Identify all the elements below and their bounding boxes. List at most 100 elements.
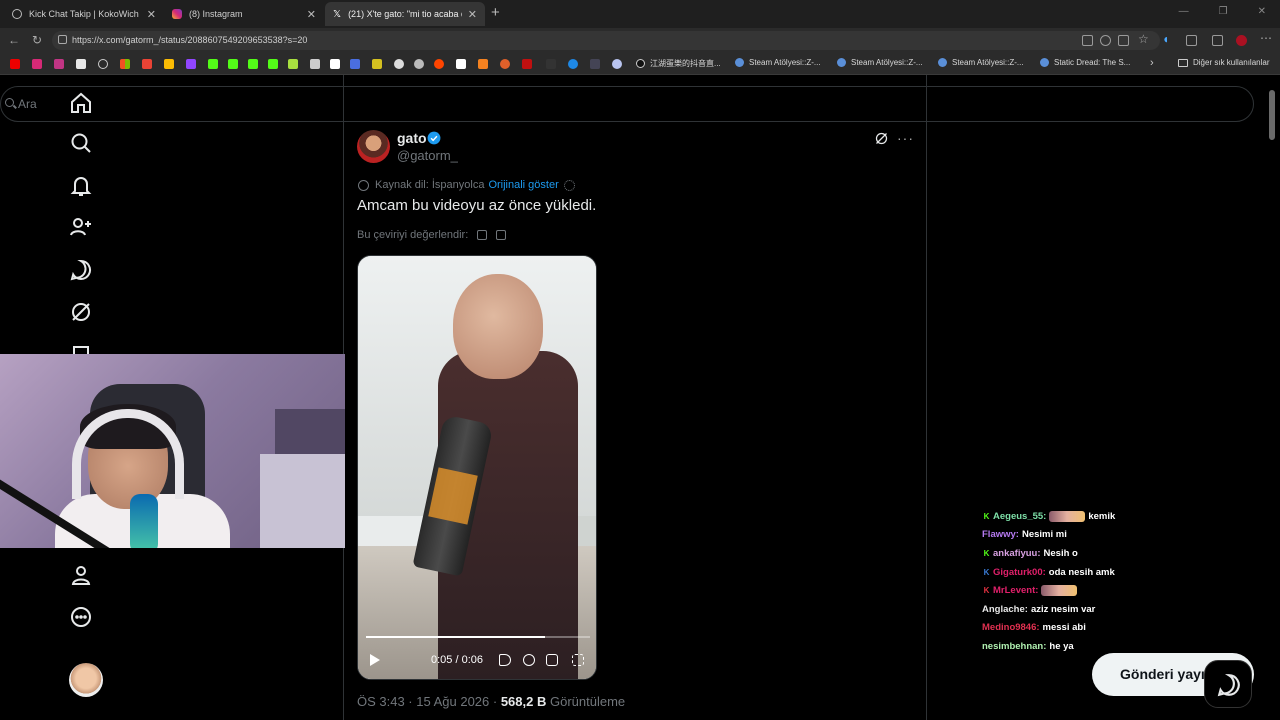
reload-icon[interactable]: ↻ — [32, 33, 42, 47]
kick-icon[interactable] — [248, 59, 258, 69]
bookmark-tiktok[interactable]: 江湖蛋樂的抖音直... — [636, 58, 721, 69]
read-aloud-icon[interactable]: ◖ — [1162, 32, 1169, 46]
reddit-icon[interactable] — [434, 59, 444, 69]
more-circle-icon[interactable] — [69, 605, 93, 629]
globe-icon[interactable] — [98, 59, 108, 69]
search-input[interactable]: Ara — [0, 86, 1254, 122]
app-icon[interactable] — [568, 59, 578, 69]
site-info-icon[interactable] — [58, 35, 67, 44]
instagram-icon[interactable] — [54, 59, 64, 69]
search-placeholder: Ara — [18, 97, 37, 111]
app-icon[interactable] — [612, 59, 622, 69]
fullscreen-icon[interactable] — [572, 654, 584, 666]
profile-icon[interactable] — [69, 563, 93, 587]
bookmarks-bar: 江湖蛋樂的抖音直... Steam Atölyesi::Z-... Steam … — [0, 53, 1280, 75]
pip-icon[interactable] — [546, 654, 558, 666]
kick-icon[interactable] — [208, 59, 218, 69]
follow-icon[interactable] — [69, 215, 93, 239]
kick-icon[interactable] — [268, 59, 278, 69]
gmail-icon[interactable] — [142, 59, 152, 69]
thumbs-down-icon[interactable] — [496, 230, 507, 240]
messages-drawer-button[interactable] — [1204, 660, 1252, 708]
grok-icon[interactable] — [874, 131, 889, 146]
drive-icon[interactable] — [164, 59, 174, 69]
patreon-icon[interactable] — [456, 59, 466, 69]
steam-icon — [837, 58, 846, 67]
close-tab-icon[interactable]: ✕ — [147, 8, 156, 21]
tweet-timestamp[interactable]: ÖS 3:43 · 15 Ağu 2026 · — [357, 694, 501, 709]
profile-avatar-icon[interactable] — [1236, 35, 1247, 46]
instagram-icon[interactable] — [32, 59, 42, 69]
translation-settings-icon[interactable] — [563, 179, 575, 191]
twitch-icon[interactable] — [186, 59, 196, 69]
chat-message: Flawwy: Nesimi mi — [982, 526, 1182, 545]
app-icon[interactable] — [394, 59, 404, 69]
app-icon[interactable] — [478, 59, 488, 69]
author-avatar[interactable] — [357, 130, 390, 163]
kick-icon[interactable] — [228, 59, 238, 69]
app-icon[interactable] — [372, 59, 382, 69]
play-icon[interactable] — [370, 654, 380, 666]
explore-icon[interactable] — [69, 131, 93, 155]
collections-icon[interactable] — [1212, 35, 1223, 46]
back-icon[interactable]: ← — [8, 33, 20, 47]
bookmarks-icon[interactable] — [69, 344, 93, 354]
bookmark-steam-1[interactable]: Steam Atölyesi::Z-... — [735, 58, 821, 67]
microsoft-icon[interactable] — [120, 59, 130, 69]
app-icon[interactable] — [414, 59, 424, 69]
settings-icon[interactable] — [523, 654, 535, 666]
bookmark-steam-4[interactable]: Static Dread: The S... — [1040, 58, 1130, 67]
minimize-icon[interactable]: — — [1179, 6, 1189, 17]
app-icon[interactable] — [522, 59, 532, 69]
reader-icon[interactable] — [1118, 35, 1129, 46]
steam-icon — [938, 58, 947, 67]
youtube-icon[interactable] — [10, 59, 20, 69]
page-scrollbar[interactable] — [1269, 90, 1275, 140]
verified-badge-icon — [427, 131, 441, 145]
address-bar[interactable]: https://x.com/gatorm_/status/20886075492… — [52, 31, 1160, 50]
close-window-icon[interactable]: ✕ — [1258, 6, 1266, 17]
author-handle[interactable]: @gatorm_ — [397, 148, 458, 163]
restore-icon[interactable]: ❐ — [1219, 6, 1228, 17]
home-icon[interactable] — [69, 91, 93, 115]
tab-x-post[interactable]: 𝕏 (21) X'te gato: "mi tio acaba de sul ✕ — [325, 2, 485, 26]
other-bookmarks-folder[interactable]: Diğer sık kullanılanlar — [1178, 58, 1269, 67]
app-icon[interactable] — [546, 59, 556, 69]
bookmark-steam-2[interactable]: Steam Atölyesi::Z-... — [837, 58, 923, 67]
show-original-link[interactable]: Orijinali göster — [488, 179, 558, 191]
extension-icon[interactable] — [288, 59, 298, 69]
grid-icon[interactable] — [1082, 35, 1093, 46]
chat-username: Medino9846: — [982, 622, 1040, 634]
grok-icon[interactable] — [69, 300, 93, 324]
video-progress-bar[interactable] — [366, 636, 590, 638]
volume-icon[interactable] — [499, 654, 511, 666]
column-divider — [926, 75, 927, 720]
translation-info: Kaynak dil: İspanyolca Orijinali göster — [358, 179, 575, 191]
app-icon[interactable] — [500, 59, 510, 69]
thumbs-up-icon[interactable] — [477, 230, 488, 240]
bookmarks-overflow-icon[interactable]: › — [1150, 57, 1154, 69]
favorite-star-icon[interactable]: ☆ — [1138, 32, 1149, 46]
more-options-icon[interactable]: ··· — [897, 130, 914, 146]
messages-icon[interactable] — [69, 258, 93, 282]
bookmark-steam-3[interactable]: Steam Atölyesi::Z-... — [938, 58, 1024, 67]
video-player[interactable]: 0:05 / 0:06 — [357, 255, 597, 680]
extensions-icon[interactable] — [1186, 35, 1197, 46]
tab-kick-chat[interactable]: Kick Chat Takip | KokoWich ✕ — [4, 2, 164, 26]
app-icon[interactable] — [590, 59, 600, 69]
bookmark-label: Steam Atölyesi::Z-... — [749, 58, 821, 67]
anchor-icon[interactable] — [310, 59, 320, 69]
browser-menu-icon[interactable]: ⋯ — [1260, 31, 1272, 45]
zoom-icon[interactable] — [1100, 35, 1111, 46]
page-icon[interactable] — [76, 59, 86, 69]
globe-icon — [12, 9, 22, 19]
author-name[interactable]: gato — [397, 130, 427, 146]
account-avatar[interactable] — [69, 663, 103, 697]
new-tab-button[interactable]: + — [491, 4, 500, 21]
app-icon[interactable] — [350, 59, 360, 69]
tab-instagram[interactable]: (8) Instagram ✕ — [164, 2, 324, 26]
x-logo-icon[interactable] — [330, 59, 340, 69]
close-tab-icon[interactable]: ✕ — [468, 8, 477, 21]
notifications-icon[interactable] — [69, 174, 93, 198]
close-tab-icon[interactable]: ✕ — [307, 8, 316, 21]
